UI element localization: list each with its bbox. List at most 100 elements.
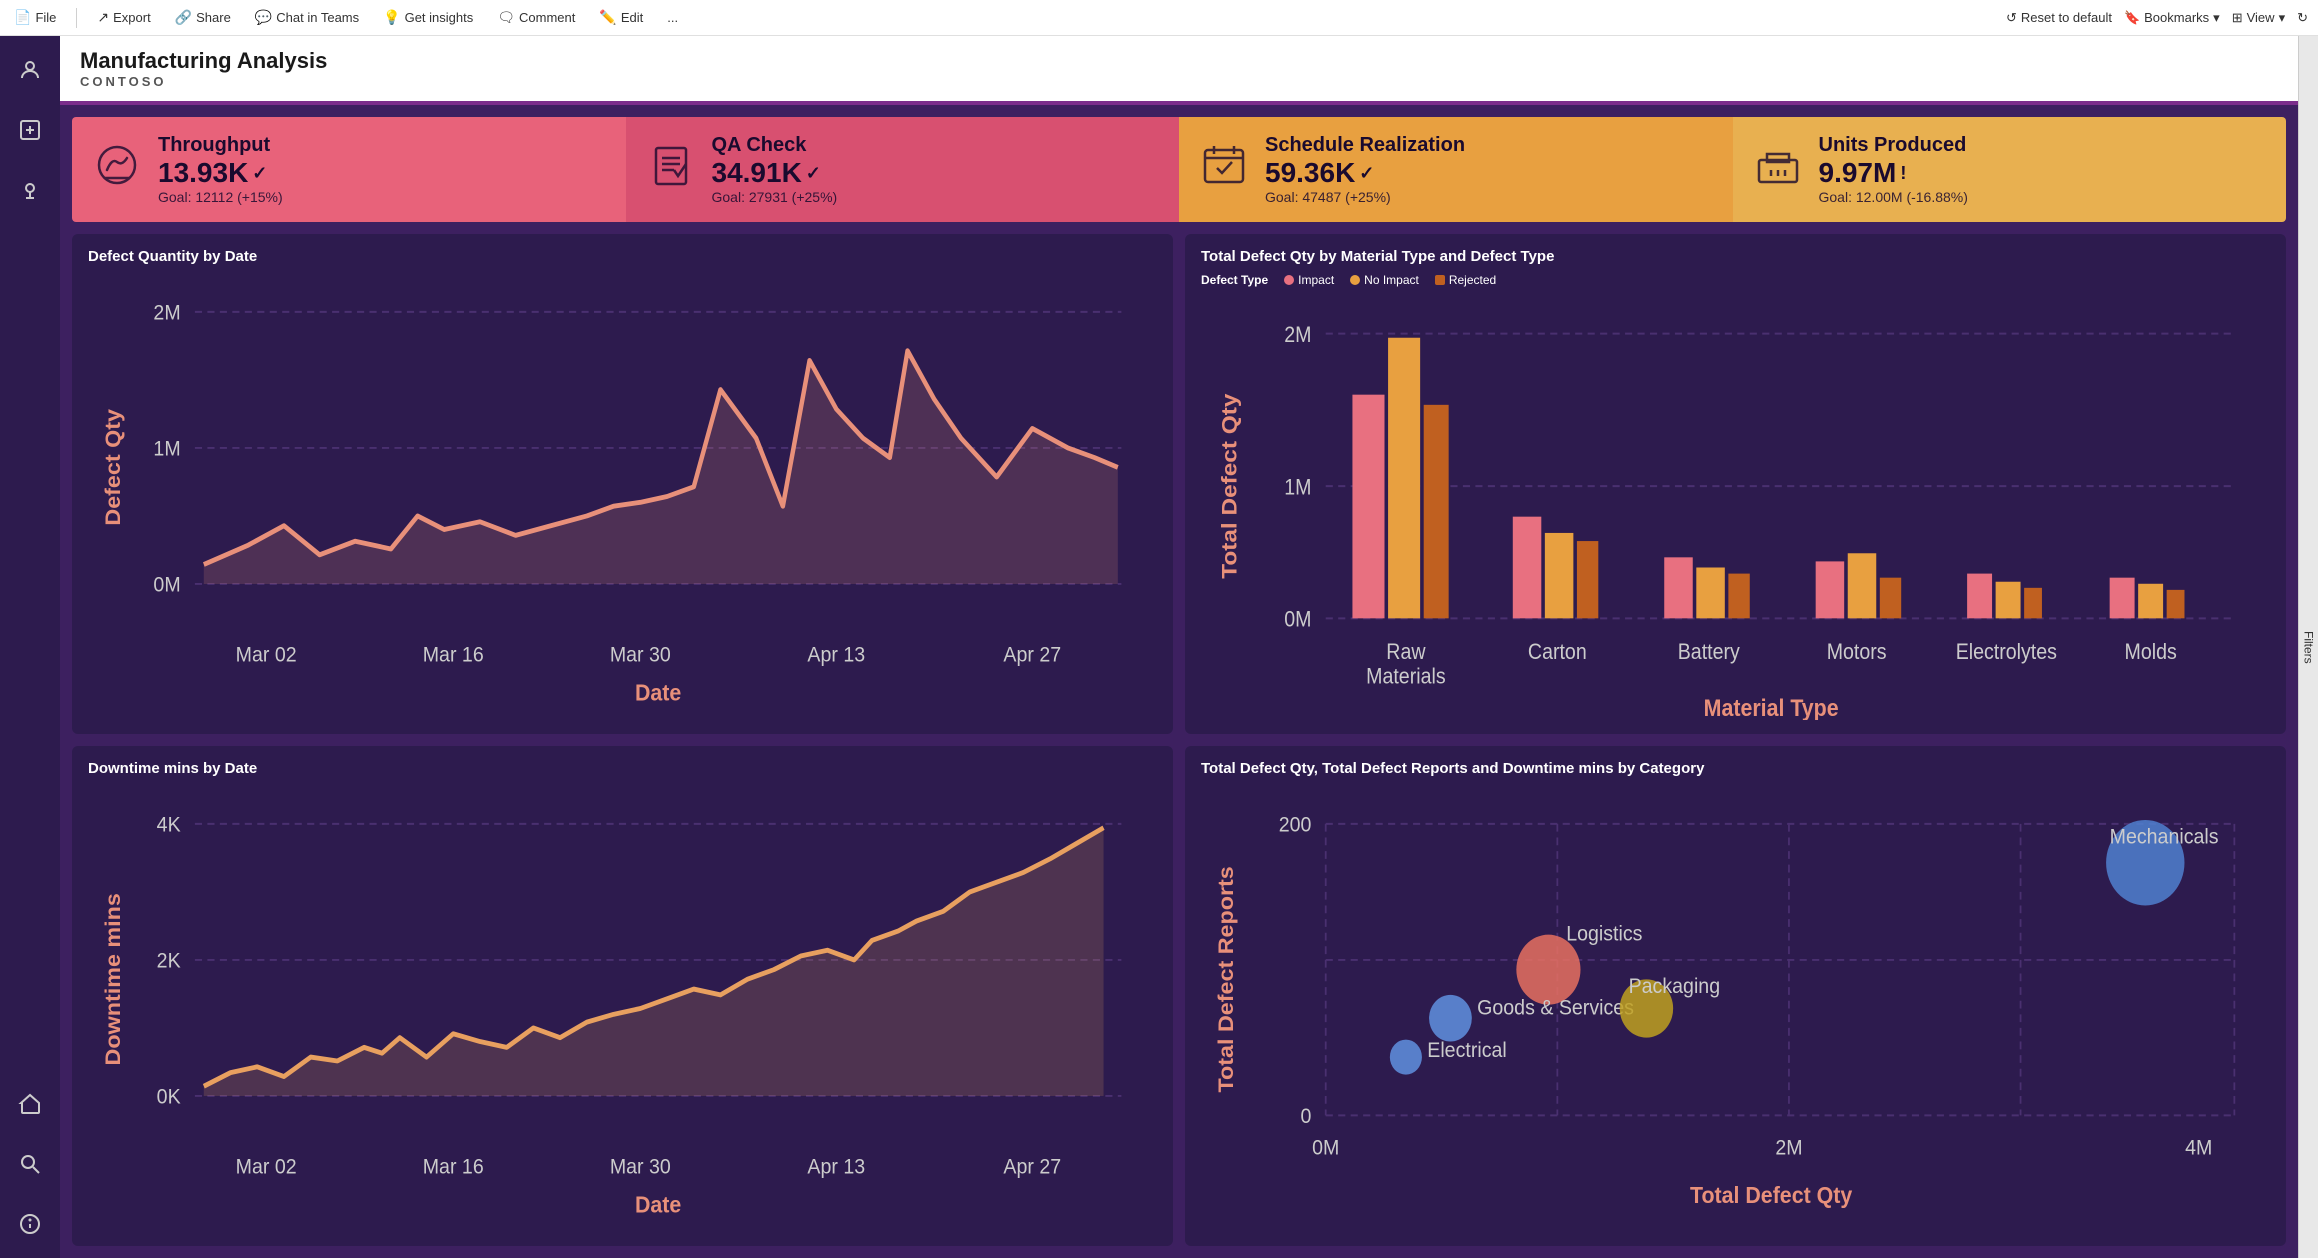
file-menu[interactable]: 📄 File [10,9,60,26]
svg-text:Apr 27: Apr 27 [1003,1155,1061,1179]
svg-text:Mar 02: Mar 02 [236,1155,297,1179]
svg-text:Defect Qty: Defect Qty [101,408,125,525]
schedule-value: 59.36K ✓ [1265,157,1465,189]
svg-text:Mechanicals: Mechanicals [2110,825,2219,849]
chat-in-teams-label: Chat in Teams [276,10,359,25]
comment-button[interactable]: 🗨 Comment [493,9,579,26]
material-defect-area: 2M 1M 0M [1201,293,2270,720]
svg-text:Material Type: Material Type [1704,694,1839,720]
qa-goal: Goal: 27931 (+25%) [712,189,838,205]
svg-text:Packaging: Packaging [1629,974,1720,998]
svg-text:Carton: Carton [1528,640,1587,664]
toolbar: 📄 File ↗ Export 🔗 Share 💬 Chat in Teams … [0,0,2318,36]
defect-qty-chart: Defect Quantity by Date 2M 1M 0M [72,234,1173,734]
reset-button[interactable]: ↺ Reset to default [2006,10,2112,26]
separator-1 [76,8,77,28]
material-defect-title: Total Defect Qty by Material Type and De… [1201,248,2270,265]
dashboard-body: Throughput 13.93K ✓ Goal: 12112 (+15%) [60,105,2298,1258]
more-button[interactable]: ... [663,10,682,25]
svg-text:Mar 16: Mar 16 [423,643,484,667]
left-nav [0,36,60,1258]
schedule-label: Schedule Realization [1265,134,1465,157]
downtime-title: Downtime mins by Date [88,760,1157,777]
svg-text:0M: 0M [1284,607,1311,631]
nav-person-icon[interactable] [12,52,48,88]
defect-type-label: Defect Type [1201,273,1268,287]
refresh-icon: ↻ [2297,10,2308,26]
svg-text:Raw: Raw [1386,640,1426,664]
report-title: Manufacturing Analysis [80,48,2278,74]
material-defect-legend: Defect Type Impact No Impact Rejected [1201,273,2270,287]
export-button[interactable]: ↗ Export [93,9,154,26]
comment-label: Comment [519,10,575,25]
svg-text:1M: 1M [153,437,180,461]
svg-text:2M: 2M [1775,1135,1802,1159]
qa-value: 34.91K ✓ [712,157,838,189]
units-goal: Goal: 12.00M (-16.88%) [1819,189,1968,205]
units-label: Units Produced [1819,134,1968,157]
main-wrapper: Manufacturing Analysis CONTOSO Throug [0,36,2318,1258]
svg-text:Apr 13: Apr 13 [807,643,865,667]
legend-rejected: Rejected [1435,273,1496,287]
kpi-row: Throughput 13.93K ✓ Goal: 12112 (+15%) [72,117,2286,222]
edit-button[interactable]: ✏️ Edit [595,9,647,26]
kpi-qa-check: QA Check 34.91K ✓ Goal: 27931 (+25%) [626,117,1180,222]
svg-text:2M: 2M [1284,323,1311,347]
svg-text:200: 200 [1279,813,1312,837]
schedule-goal: Goal: 47487 (+25%) [1265,189,1465,205]
filters-sidebar[interactable]: Filters [2298,36,2318,1258]
downtime-area: 4K 2K 0K Mar 02 Mar 16 Mar 30 Apr 13 Apr… [88,785,1157,1232]
nav-search-icon[interactable] [12,1146,48,1182]
svg-text:0: 0 [1301,1104,1312,1128]
kpi-units-produced: Units Produced 9.97M ! Goal: 12.00M (-16… [1733,117,2287,222]
qa-label: QA Check [712,134,838,157]
view-button[interactable]: ⊞ View ▾ [2232,10,2285,26]
svg-text:Mar 30: Mar 30 [610,643,671,667]
kpi-throughput: Throughput 13.93K ✓ Goal: 12112 (+15%) [72,117,626,222]
comment-icon: 🗨 [497,9,515,26]
svg-text:4K: 4K [157,813,181,837]
svg-text:Mar 02: Mar 02 [236,643,297,667]
svg-text:1M: 1M [1284,475,1311,499]
get-insights-button[interactable]: 💡 Get insights [379,9,477,26]
view-label: View [2247,10,2275,25]
svg-text:Logistics: Logistics [1566,922,1642,946]
downtime-chart: Downtime mins by Date 4K 2K 0K [72,746,1173,1246]
bookmarks-label: Bookmarks [2144,10,2209,25]
svg-text:Battery: Battery [1678,640,1741,664]
qa-content: QA Check 34.91K ✓ Goal: 27931 (+25%) [712,134,838,205]
svg-text:Apr 27: Apr 27 [1003,643,1061,667]
throughput-goal: Goal: 12112 (+15%) [158,189,283,205]
throughput-label: Throughput [158,134,283,157]
svg-text:Apr 13: Apr 13 [807,1155,865,1179]
refresh-button[interactable]: ↻ [2297,10,2308,26]
nav-pin-icon[interactable] [12,172,48,208]
teams-icon: 💬 [255,9,272,26]
nav-edit-icon[interactable] [12,112,48,148]
insights-icon: 💡 [383,9,400,26]
reset-label: Reset to default [2021,10,2112,25]
file-label: File [35,10,56,25]
svg-text:0K: 0K [157,1085,181,1109]
svg-text:Total Defect Qty: Total Defect Qty [1690,1182,1853,1208]
units-value: 9.97M ! [1819,157,1968,189]
edit-label: Edit [621,10,643,25]
chat-in-teams-button[interactable]: 💬 Chat in Teams [251,9,363,26]
scatter-title: Total Defect Qty, Total Defect Reports a… [1201,760,2270,777]
svg-text:2K: 2K [157,949,181,973]
share-button[interactable]: 🔗 Share [171,9,235,26]
reset-icon: ↺ [2006,10,2017,26]
edit-icon: ✏️ [599,9,616,26]
bookmarks-chevron: ▾ [2213,10,2220,26]
bookmarks-button[interactable]: 🔖 Bookmarks ▾ [2124,10,2220,26]
svg-text:Downtime mins: Downtime mins [101,893,125,1065]
nav-home-icon[interactable] [12,1086,48,1122]
svg-text:Electrolytes: Electrolytes [1956,640,2057,664]
svg-text:Total Defect Qty: Total Defect Qty [1217,393,1241,578]
throughput-value: 13.93K ✓ [158,157,283,189]
svg-text:0M: 0M [153,573,180,597]
defect-qty-area: 2M 1M 0M Mar 02 Mar 16 Mar 30 Apr 13 Apr… [88,273,1157,720]
svg-text:Electrical: Electrical [1427,1038,1506,1062]
nav-info-icon[interactable] [12,1206,48,1242]
svg-text:Total Defect Reports: Total Defect Reports [1214,866,1238,1092]
